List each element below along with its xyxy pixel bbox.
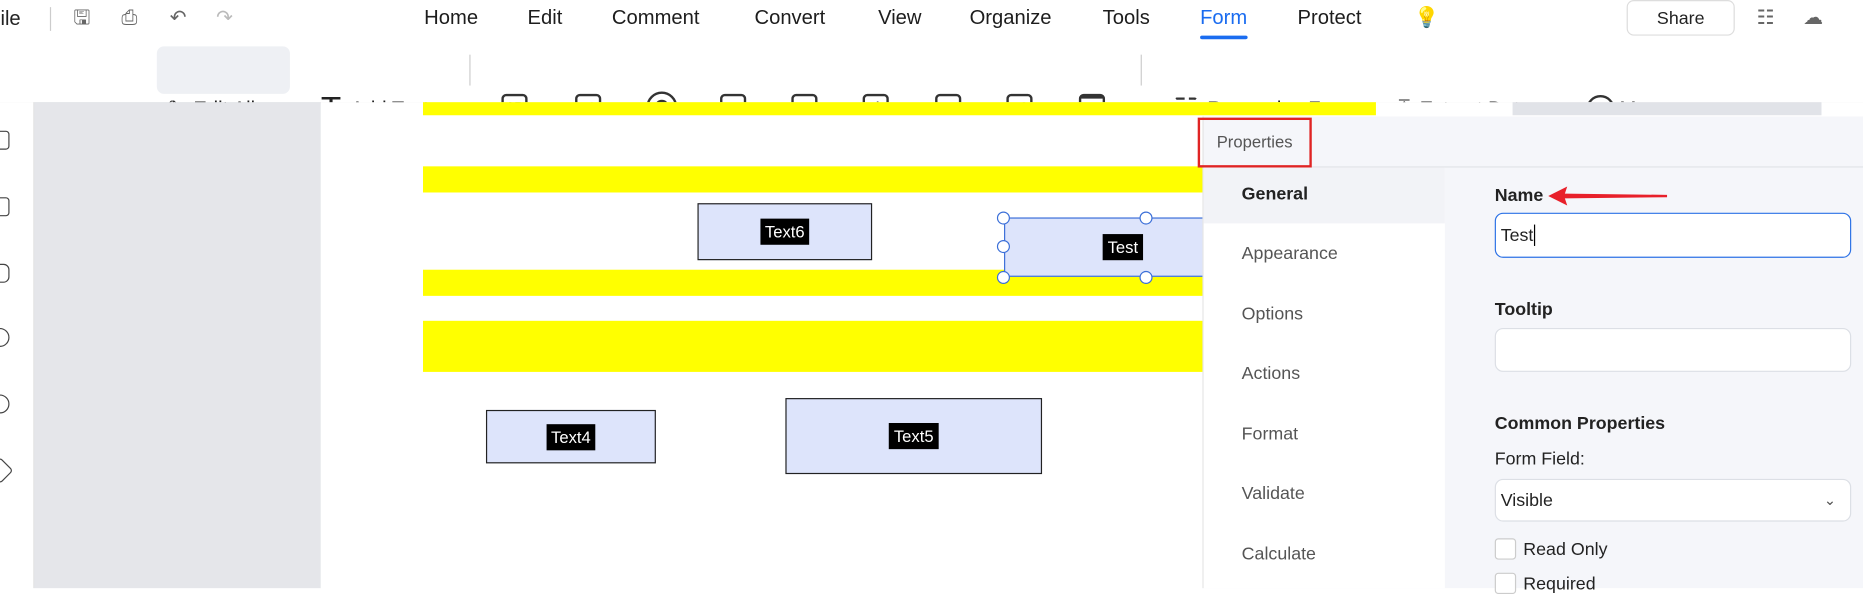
properties-title[interactable]: Properties <box>1217 132 1293 151</box>
name-input[interactable]: Test <box>1494 212 1852 258</box>
nav-calculate[interactable]: Calculate <box>1242 544 1316 564</box>
resize-handle[interactable] <box>996 211 1010 225</box>
lightbulb-icon[interactable]: 💡 <box>1414 6 1439 30</box>
field-name-label: Text6 <box>760 218 810 245</box>
resize-handle[interactable] <box>1139 211 1153 225</box>
form-field-text4[interactable]: Text4 <box>485 409 656 464</box>
resize-handle[interactable] <box>996 240 1010 254</box>
form-field-label: Form Field: <box>1494 449 1585 470</box>
share-label: Share <box>1656 7 1705 28</box>
nav-validate[interactable]: Validate <box>1242 484 1305 504</box>
field-name-label: Text5 <box>889 422 939 450</box>
redo-icon[interactable]: ↷ <box>213 6 237 30</box>
properties-panel: Properties General Appearance Options Ac… <box>1197 116 1863 594</box>
tab-edit[interactable]: Edit <box>528 6 563 30</box>
form-toolbar: ✎Edit All⌄ TAdd Text AB ✔ ⌄ ≡ ok ▲ xℓ 31… <box>0 40 1863 127</box>
read-only-checkbox[interactable] <box>1494 538 1517 560</box>
search-icon[interactable] <box>0 394 10 414</box>
save-icon[interactable]: 🖫 <box>70 6 94 30</box>
tab-tools[interactable]: Tools <box>1103 6 1150 30</box>
page-icon[interactable] <box>0 130 10 150</box>
chevron-down-icon: ⌄ <box>1823 491 1836 509</box>
field-name-label: Test <box>1102 234 1143 261</box>
undo-icon[interactable]: ↶ <box>166 6 190 30</box>
tab-convert[interactable]: Convert <box>755 6 826 30</box>
nav-general[interactable]: General <box>1242 184 1308 204</box>
canvas-gray-right <box>1512 102 1822 116</box>
field-name-label: Text4 <box>546 423 596 450</box>
nav-options[interactable]: Options <box>1242 304 1303 324</box>
tab-view[interactable]: View <box>878 6 921 30</box>
share-button[interactable]: Share <box>1626 0 1735 36</box>
menu-bar: File 🖫 ⎙ ↶ ↷ Home Edit Comment Convert V… <box>0 0 1863 40</box>
tab-form[interactable]: Form <box>1200 6 1247 40</box>
org-chart-icon[interactable]: ☷ <box>1754 6 1778 30</box>
divider <box>469 54 471 86</box>
divider <box>49 7 52 31</box>
canvas-gray <box>34 102 321 589</box>
nav-actions[interactable]: Actions <box>1242 364 1300 384</box>
nav-format[interactable]: Format <box>1242 424 1298 444</box>
yellow-band <box>422 166 1208 193</box>
nav-appearance[interactable]: Appearance <box>1242 244 1338 264</box>
form-field-text6[interactable]: Text6 <box>697 203 873 261</box>
common-properties-heading: Common Properties <box>1494 413 1666 434</box>
tab-comment[interactable]: Comment <box>612 6 700 30</box>
tooltip-label: Tooltip <box>1494 299 1553 320</box>
divider <box>1140 54 1142 86</box>
read-only-label: Read Only <box>1523 539 1608 560</box>
left-sidebar <box>0 102 35 589</box>
comment-icon[interactable] <box>0 263 10 283</box>
edit-all-button[interactable] <box>156 46 290 94</box>
file-menu[interactable]: File <box>0 7 21 31</box>
red-arrow-annotation <box>1548 186 1668 206</box>
tab-protect[interactable]: Protect <box>1298 6 1362 30</box>
tab-home[interactable]: Home <box>424 6 478 30</box>
cloud-upload-icon[interactable]: ☁ <box>1801 6 1825 30</box>
form-field-value: Visible <box>1500 490 1553 511</box>
tab-organize[interactable]: Organize <box>970 6 1052 30</box>
form-field-select[interactable]: Visible ⌄ <box>1494 478 1852 522</box>
yellow-band <box>422 102 1376 116</box>
text-cursor <box>1533 224 1536 246</box>
tooltip-input[interactable] <box>1494 327 1852 372</box>
form-field-text5[interactable]: Text5 <box>785 398 1043 475</box>
required-label: Required <box>1523 573 1596 594</box>
name-label: Name <box>1494 185 1544 206</box>
resize-handle[interactable] <box>996 270 1010 284</box>
name-input-value: Test <box>1500 225 1534 246</box>
properties-nav <box>1203 167 1445 589</box>
attachment-icon[interactable] <box>0 327 10 347</box>
bookmark-icon[interactable] <box>0 197 10 217</box>
required-checkbox[interactable] <box>1494 572 1517 594</box>
yellow-band <box>422 320 1208 372</box>
print-icon[interactable]: ⎙ <box>118 6 142 30</box>
resize-handle[interactable] <box>1139 270 1153 284</box>
layers-icon[interactable] <box>0 457 14 484</box>
nav-active-bg <box>1203 167 1445 224</box>
